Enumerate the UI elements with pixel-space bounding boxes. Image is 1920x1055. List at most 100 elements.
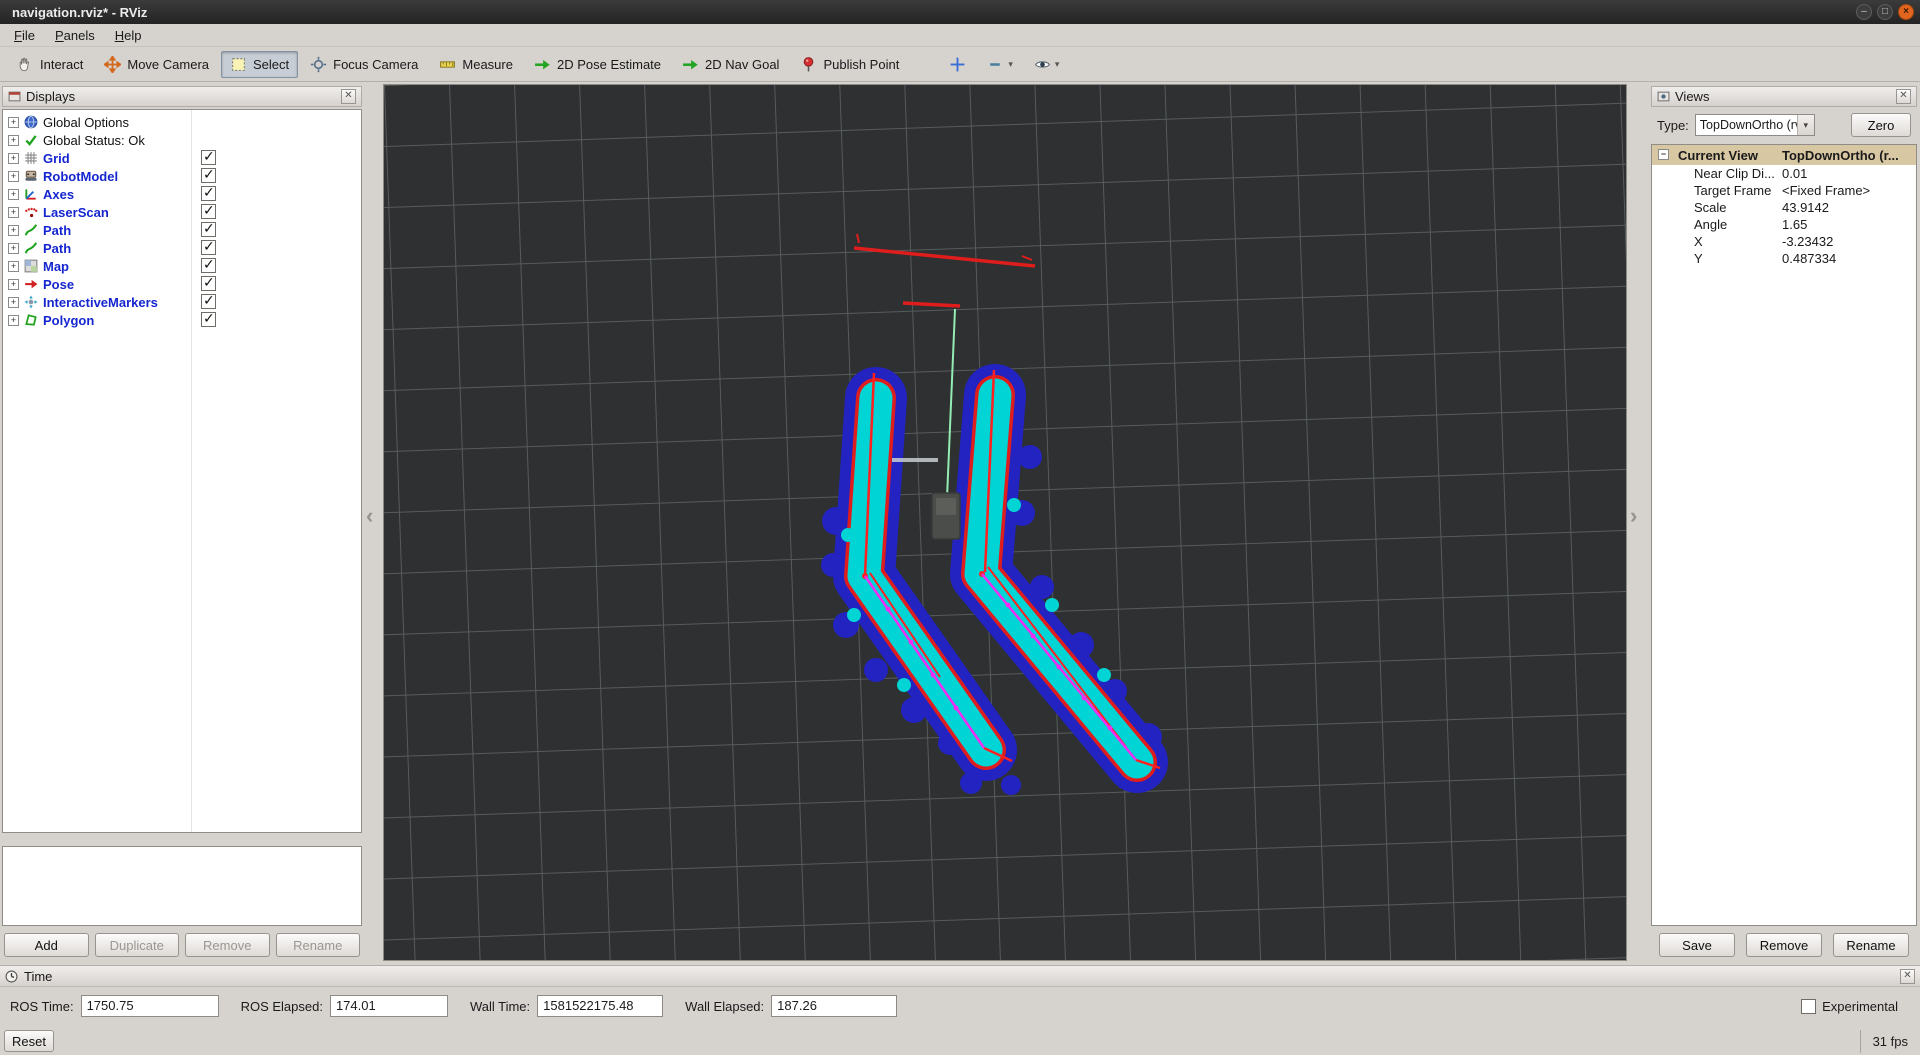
marker-label-smudge: [892, 458, 938, 462]
tool-move-camera[interactable]: Move Camera: [95, 51, 218, 78]
views-panel-header[interactable]: Views ✕: [1651, 86, 1917, 107]
maximize-button[interactable]: □: [1877, 4, 1893, 20]
close-icon[interactable]: ✕: [341, 89, 356, 104]
expander-icon[interactable]: +: [8, 261, 19, 272]
display-checkbox[interactable]: [201, 204, 216, 219]
close-button[interactable]: ×: [1898, 4, 1914, 20]
current-view-row[interactable]: − Current View TopDownOrtho (r...: [1652, 145, 1916, 165]
titlebar[interactable]: navigation.rviz* - RViz – □ ×: [0, 0, 1920, 24]
views-tree[interactable]: − Current View TopDownOrtho (r... Near C…: [1651, 144, 1917, 926]
expander-icon[interactable]: +: [8, 135, 19, 146]
fps-indicator: 31 fps: [1860, 1030, 1916, 1053]
display-checkbox[interactable]: [201, 258, 216, 273]
display-checkbox[interactable]: [201, 312, 216, 327]
display-row-laserscan[interactable]: + LaserScan: [3, 203, 361, 221]
menu-panels[interactable]: Panels: [45, 26, 105, 45]
expander-icon[interactable]: +: [8, 315, 19, 326]
expander-icon[interactable]: +: [8, 207, 19, 218]
nav-goal-arrow-icon: [682, 56, 699, 73]
display-row-interactivemarkers[interactable]: + InteractiveMarkers: [3, 293, 361, 311]
expander-icon[interactable]: +: [8, 171, 19, 182]
zero-button[interactable]: Zero: [1851, 113, 1911, 137]
ros-time-input[interactable]: 1750.75: [81, 995, 219, 1017]
close-icon[interactable]: ✕: [1896, 89, 1911, 104]
tool-add-button[interactable]: [940, 51, 975, 78]
display-checkbox[interactable]: [201, 186, 216, 201]
display-checkbox[interactable]: [201, 240, 216, 255]
expander-icon[interactable]: +: [8, 117, 19, 128]
view-property-row[interactable]: Y 0.487334: [1652, 250, 1916, 267]
collapse-left-chevron[interactable]: ‹: [366, 505, 373, 527]
view-property-row[interactable]: Near Clip Di... 0.01: [1652, 165, 1916, 182]
tool-visibility-button[interactable]: ▾: [1025, 51, 1069, 78]
tool-publish-point[interactable]: Publish Point: [791, 51, 908, 78]
3d-viewport[interactable]: [383, 84, 1627, 961]
tool-2d-pose-estimate[interactable]: 2D Pose Estimate: [525, 51, 670, 78]
collapse-icon[interactable]: −: [1658, 149, 1669, 160]
collapse-right-chevron[interactable]: ›: [1630, 505, 1637, 527]
ros-elapsed-input[interactable]: 174.01: [330, 995, 448, 1017]
chevron-down-icon[interactable]: ▾: [1055, 59, 1060, 70]
menu-help[interactable]: Help: [105, 26, 152, 45]
display-row-polygon[interactable]: + Polygon: [3, 311, 361, 329]
tool-2d-nav-goal[interactable]: 2D Nav Goal: [673, 51, 788, 78]
expander-icon[interactable]: +: [8, 279, 19, 290]
display-checkbox[interactable]: [201, 168, 216, 183]
wall-elapsed-input[interactable]: 187.26: [771, 995, 897, 1017]
remove-view-button[interactable]: Remove: [1746, 933, 1822, 957]
tool-label: Move Camera: [127, 57, 209, 72]
display-row-robotmodel[interactable]: + RobotModel: [3, 167, 361, 185]
views-panel: Views ✕ Type: TopDownOrtho (rv ▾ Zero − …: [1651, 86, 1917, 960]
rename-view-button[interactable]: Rename: [1833, 933, 1909, 957]
view-property-row[interactable]: Target Frame <Fixed Frame>: [1652, 182, 1916, 199]
view-property-row[interactable]: Scale 43.9142: [1652, 199, 1916, 216]
menubar: File Panels Help: [0, 24, 1920, 47]
display-row-map[interactable]: + Map: [3, 257, 361, 275]
display-checkbox[interactable]: [201, 222, 216, 237]
expander-icon[interactable]: +: [8, 243, 19, 254]
tool-interact[interactable]: Interact: [8, 51, 92, 78]
expander-icon[interactable]: +: [8, 189, 19, 200]
view-property-row[interactable]: X -3.23432: [1652, 233, 1916, 250]
tool-measure[interactable]: Measure: [430, 51, 522, 78]
tool-label: Select: [253, 57, 289, 72]
expander-icon[interactable]: +: [8, 153, 19, 164]
display-checkbox[interactable]: [201, 294, 216, 309]
displays-tree[interactable]: + Global Options + Global Status: Ok + G…: [2, 109, 362, 833]
display-row-global-status[interactable]: + Global Status: Ok: [3, 131, 361, 149]
view-property-row[interactable]: Angle 1.65: [1652, 216, 1916, 233]
display-row-global-options[interactable]: + Global Options: [3, 113, 361, 131]
expander-icon[interactable]: +: [8, 297, 19, 308]
chevron-down-icon[interactable]: ▾: [1008, 59, 1013, 70]
tool-label: 2D Nav Goal: [705, 57, 779, 72]
minimize-button[interactable]: –: [1856, 4, 1872, 20]
chevron-down-icon[interactable]: ▾: [1797, 115, 1814, 135]
tool-remove-button[interactable]: ▾: [978, 51, 1022, 78]
view-type-combo[interactable]: TopDownOrtho (rv ▾: [1695, 114, 1815, 136]
display-checkbox[interactable]: [201, 276, 216, 291]
tool-focus-camera[interactable]: Focus Camera: [301, 51, 427, 78]
rename-button[interactable]: Rename: [276, 933, 361, 957]
expander-icon[interactable]: +: [8, 225, 19, 236]
display-row-pose[interactable]: + Pose: [3, 275, 361, 293]
time-panel-header[interactable]: Time ✕: [0, 966, 1920, 987]
wall-time-input[interactable]: 1581522175.48: [537, 995, 663, 1017]
display-checkbox[interactable]: [201, 150, 216, 165]
display-row-grid[interactable]: + Grid: [3, 149, 361, 167]
remove-button[interactable]: Remove: [185, 933, 270, 957]
display-row-path-1[interactable]: + Path: [3, 221, 361, 239]
tool-label: Interact: [40, 57, 83, 72]
experimental-checkbox[interactable]: [1801, 999, 1816, 1014]
displays-panel-header[interactable]: Displays ✕: [2, 86, 362, 107]
add-button[interactable]: Add: [4, 933, 89, 957]
display-row-axes[interactable]: + Axes: [3, 185, 361, 203]
measure-icon: [439, 56, 456, 73]
tool-select[interactable]: Select: [221, 51, 298, 78]
display-row-path-2[interactable]: + Path: [3, 239, 361, 257]
reset-button[interactable]: Reset: [4, 1030, 54, 1052]
duplicate-button[interactable]: Duplicate: [95, 933, 180, 957]
close-icon[interactable]: ✕: [1900, 969, 1915, 984]
menu-file[interactable]: File: [4, 26, 45, 45]
ros-time-group: ROS Time: 1750.75: [10, 995, 219, 1017]
save-button[interactable]: Save: [1659, 933, 1735, 957]
